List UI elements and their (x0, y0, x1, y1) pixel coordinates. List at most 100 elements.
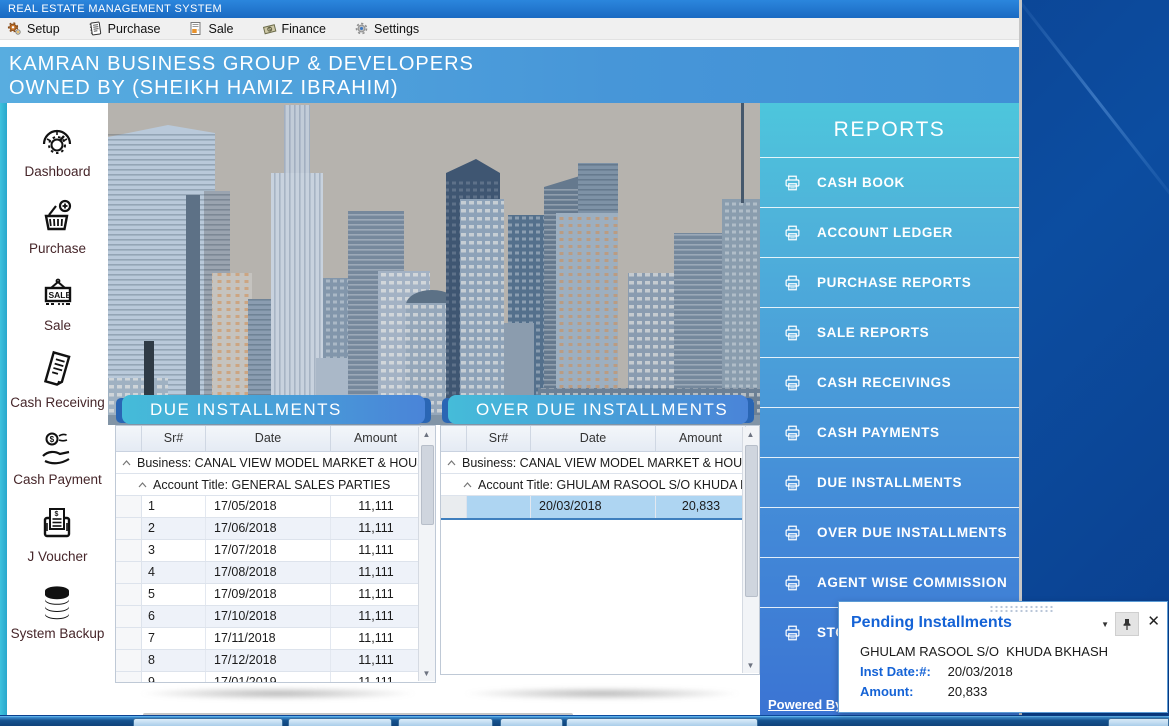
cash-payment-icon: $ (35, 429, 79, 469)
menu-finance[interactable]: $ Finance (262, 21, 326, 36)
table-row[interactable]: 617/10/201811,111 (116, 606, 435, 628)
wallpaper-streak (1003, 0, 1169, 218)
report-item-cash-receivings[interactable]: CASH RECEIVINGS (760, 357, 1019, 407)
table-row[interactable]: 217/06/201811,111 (116, 518, 435, 540)
table-row[interactable]: 917/01/201911,111 (116, 672, 435, 683)
sidebar-item-cash-payment[interactable]: $ Cash Payment (13, 421, 102, 487)
company-owner: OWNED BY (SHEIKH HAMIZ IBRAHIM) (9, 76, 1022, 100)
table-shadow (138, 687, 418, 700)
report-item-sale-reports[interactable]: SALE REPORTS (760, 307, 1019, 357)
popup-title: Pending Installments (851, 614, 1012, 632)
vertical-scrollbar[interactable]: ▲ ▼ (742, 427, 759, 673)
close-icon[interactable]: ✕ (1147, 613, 1160, 631)
menu-purchase[interactable]: Purchase (88, 21, 161, 36)
menu-setup[interactable]: Setup (7, 21, 60, 36)
table-row[interactable]: 117/05/201811,111 (116, 496, 435, 518)
report-item-account-ledger[interactable]: ACCOUNT LEDGER (760, 207, 1019, 257)
table-row-selected[interactable]: 20/03/201820,833 (441, 496, 759, 520)
report-item-agent-wise-commission[interactable]: AGENT WISE COMMISSION (760, 557, 1019, 607)
taskbar (0, 716, 1169, 726)
column-header-sr[interactable]: Sr# (467, 426, 531, 451)
scroll-down-icon[interactable]: ▼ (743, 658, 758, 673)
vertical-scrollbar[interactable]: ▲ ▼ (418, 427, 435, 681)
purchase-basket-icon (35, 196, 79, 238)
menu-label: Finance (282, 22, 326, 36)
database-icon (35, 583, 79, 623)
sidebar-item-sale[interactable]: SALE Sale (36, 267, 80, 333)
table-row[interactable]: 317/07/201811,111 (116, 540, 435, 562)
taskbar-button[interactable] (133, 718, 283, 726)
taskbar-tray[interactable] (1108, 718, 1169, 726)
taskbar-button[interactable] (566, 718, 758, 726)
scroll-down-icon[interactable]: ▼ (419, 666, 434, 681)
horizontal-scrollbar[interactable] (143, 713, 573, 715)
group-label: Account Title: GHULAM RASOOL S/O KHUDA B… (478, 478, 759, 492)
account-group-row[interactable]: Account Title: GHULAM RASOOL S/O KHUDA B… (441, 474, 759, 496)
svg-text:SALE: SALE (48, 290, 71, 300)
scrollbar-thumb[interactable] (745, 445, 758, 597)
notebook-icon (88, 21, 103, 36)
sidebar-item-dashboard[interactable]: Dashboard (24, 113, 90, 179)
sidebar-item-purchase[interactable]: Purchase (29, 190, 86, 256)
printer-icon (783, 624, 802, 642)
menu-sale[interactable]: Sale (188, 21, 233, 36)
inst-date-value: 20/03/2018 (948, 664, 1013, 679)
column-header-sr[interactable]: Sr# (142, 426, 206, 451)
chevron-up-icon (138, 482, 147, 488)
scrollbar-thumb[interactable] (421, 445, 434, 525)
sidebar: Dashboard Purchase SALE Sale Cash Receiv… (7, 103, 108, 715)
account-group-row[interactable]: Account Title: GENERAL SALES PARTIES (116, 474, 435, 496)
report-item-purchase-reports[interactable]: PURCHASE REPORTS (760, 257, 1019, 307)
taskbar-button[interactable] (500, 718, 563, 726)
printer-icon (783, 374, 802, 392)
expander-column-header (441, 426, 467, 451)
menu-settings[interactable]: Settings (354, 21, 419, 36)
dropdown-caret-icon[interactable]: ▼ (1101, 620, 1109, 629)
sidebar-item-cash-receiving[interactable]: Cash Receiving (10, 344, 105, 410)
popup-account-name: GHULAM RASOOL S/O KHUDA BKHASH (860, 644, 1108, 659)
taskbar-button[interactable] (288, 718, 392, 726)
amount-label: Amount: (860, 684, 944, 699)
chevron-up-icon (463, 482, 472, 488)
cash-receiving-icon (35, 348, 79, 392)
due-installments-banner: DUE INSTALLMENTS (122, 395, 425, 424)
column-header-amount[interactable]: Amount (331, 426, 421, 451)
report-item-overdue-installments[interactable]: OVER DUE INSTALLMENTS (760, 507, 1019, 557)
pin-button[interactable] (1115, 612, 1139, 636)
printer-icon (783, 274, 802, 292)
menubar: Setup Purchase Sale $ Finance Settings (0, 18, 1022, 40)
overdue-installments-banner: OVER DUE INSTALLMENTS (448, 395, 748, 424)
table-row[interactable]: 417/08/201811,111 (116, 562, 435, 584)
report-item-due-installments[interactable]: DUE INSTALLMENTS (760, 457, 1019, 507)
company-header: KAMRAN BUSINESS GROUP & DEVELOPERS OWNED… (0, 47, 1022, 103)
amount-value: 20,833 (948, 684, 988, 699)
column-header-date[interactable]: Date (206, 426, 331, 451)
report-item-cash-book[interactable]: CASH BOOK (760, 157, 1019, 207)
report-label: ACCOUNT LEDGER (817, 225, 953, 240)
table-row[interactable]: 517/09/201811,111 (116, 584, 435, 606)
table-row[interactable]: 817/12/201811,111 (116, 650, 435, 672)
sidebar-item-system-backup[interactable]: System Backup (11, 575, 105, 641)
column-header-date[interactable]: Date (531, 426, 656, 451)
table-shadow (462, 687, 742, 700)
sidebar-label: Purchase (29, 241, 86, 256)
menu-label: Sale (208, 22, 233, 36)
popup-drag-grip-icon[interactable] (989, 605, 1055, 612)
group-label: Business: CANAL VIEW MODEL MARKET & HOUS… (462, 456, 759, 470)
printer-icon (783, 574, 802, 592)
column-header-amount[interactable]: Amount (656, 426, 746, 451)
business-group-row[interactable]: Business: CANAL VIEW MODEL MARKET & HOUS… (441, 452, 759, 474)
report-label: CASH RECEIVINGS (817, 375, 951, 390)
sale-sign-icon: SALE (36, 275, 80, 315)
due-installments-table: Sr# Date Amount Business: CANAL VIEW MOD… (115, 425, 436, 683)
taskbar-button[interactable] (398, 718, 493, 726)
report-item-cash-payments[interactable]: CASH PAYMENTS (760, 407, 1019, 457)
sidebar-item-j-voucher[interactable]: $ J Voucher (27, 498, 87, 564)
powered-by-link[interactable]: Powered By (768, 697, 842, 712)
business-group-row[interactable]: Business: CANAL VIEW MODEL MARKET & HOUS… (116, 452, 435, 474)
scroll-up-icon[interactable]: ▲ (743, 427, 758, 442)
chevron-up-icon (447, 460, 456, 466)
scroll-up-icon[interactable]: ▲ (419, 427, 434, 442)
table-row[interactable]: 717/11/201811,111 (116, 628, 435, 650)
screen: REAL ESTATE MANAGEMENT SYSTEM Setup Purc… (0, 0, 1169, 726)
